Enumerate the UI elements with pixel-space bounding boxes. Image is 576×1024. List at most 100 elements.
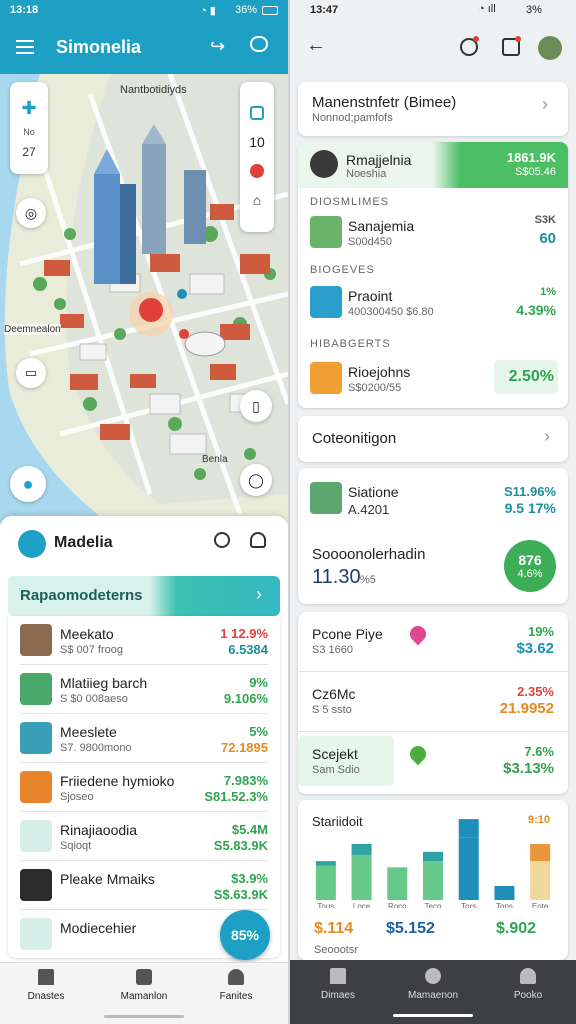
- group1-sub: S00d450: [348, 236, 393, 248]
- bookmark-button[interactable]: ▯: [240, 390, 272, 422]
- nav-dimaes[interactable]: Dimaes: [308, 968, 368, 1014]
- comment-button[interactable]: ◯: [240, 464, 272, 496]
- user-avatar[interactable]: [538, 36, 562, 60]
- list-item[interactable]: Mlatiieg barch S $0 008aeso 9% 9.106%: [8, 665, 280, 714]
- list-item-name: Mlatiieg barch: [60, 675, 148, 691]
- bar-top-tors[interactable]: [458, 819, 479, 838]
- place-row[interactable]: Pcone Piye S3 1660 19% $3.62: [298, 612, 568, 672]
- highlight-sub: Noeshia: [346, 168, 387, 180]
- stats-top: S11.96%: [503, 484, 556, 499]
- stats-badge-bottom: 4.6%: [517, 568, 543, 580]
- map-layers-control[interactable]: ✚ No 27: [10, 82, 48, 174]
- floating-action-button[interactable]: 85%: [220, 910, 270, 960]
- x-tick-label: Loce: [353, 902, 371, 908]
- nav-mamaenon[interactable]: Mamaenon: [400, 968, 466, 1014]
- share-icon[interactable]: ↪: [210, 36, 225, 57]
- nav-home[interactable]: Dnastes: [16, 969, 76, 1015]
- nav-favorites[interactable]: Fanites: [206, 969, 266, 1015]
- bar-top-eote[interactable]: [530, 844, 551, 862]
- stats-badge[interactable]: 876 4.6%: [504, 540, 556, 592]
- nav-pooko[interactable]: Pooko: [498, 968, 558, 1014]
- x-tick-label: Roco: [388, 902, 407, 908]
- bar-chart: Tous Loce Roco Teco Tors Tops Eote: [315, 819, 551, 908]
- app-title: Simonelia: [56, 37, 142, 57]
- list-item[interactable]: Meekato S$ 007 froog 1 12.9% 6.5384: [8, 616, 280, 665]
- sheet-title: Madelia: [54, 534, 113, 551]
- puzzle-icon[interactable]: ✚: [21, 98, 36, 119]
- bar-top-tous[interactable]: [315, 861, 336, 866]
- bar-loce[interactable]: [351, 854, 372, 900]
- bar-teco[interactable]: [423, 861, 443, 900]
- bar-tors[interactable]: [458, 837, 479, 900]
- home-indicator: [393, 1014, 473, 1017]
- group1-name: Sanajemia: [348, 218, 415, 234]
- back-arrow-icon[interactable]: ←: [306, 34, 326, 57]
- person-nav-icon: [520, 968, 536, 984]
- alert-icon[interactable]: [250, 164, 264, 178]
- place-row[interactable]: Scejekt Sam Sdio 7.6% $3.13%: [298, 732, 568, 792]
- inbox-dot: [515, 36, 521, 42]
- list-item[interactable]: Rinajiaoodia Sqioqt $5.4M S5.83.9K: [8, 812, 280, 861]
- list-item-bottom: S$.63.9K: [213, 887, 268, 902]
- place-name: Pcone Piye: [312, 626, 383, 642]
- list-item-bottom: S81.52.3%: [204, 789, 268, 804]
- home-icon[interactable]: ⌂: [253, 192, 261, 208]
- group3-row[interactable]: Rioejohns S$0200/55 2.50%: [298, 356, 568, 400]
- list-item[interactable]: Pleake Mmaiks $3.9% S$.63.9K: [8, 861, 280, 910]
- collection-header[interactable]: Coteonitigon ›: [298, 416, 568, 462]
- city-map[interactable]: Nantbotidiyds Deemnealon Benla ✚ No 27 ◎…: [0, 74, 288, 524]
- chat-map-button[interactable]: ▭: [16, 358, 46, 388]
- locate-me-button[interactable]: ●: [10, 466, 46, 502]
- group2-top: 1%: [540, 286, 556, 298]
- group2-name: Praoint: [348, 288, 393, 304]
- group1-label: DIOSMLIMES: [310, 196, 390, 208]
- nav-favorites-label: Fanites: [219, 991, 253, 1002]
- map-tools-control[interactable]: 10 ⌂: [240, 82, 274, 232]
- bar-tous[interactable]: [315, 865, 336, 900]
- nav-messages[interactable]: Mamanlon: [112, 969, 176, 1015]
- highlight-row[interactable]: Rmajjelnia Noeshia 1861.9K S$05.46: [298, 142, 568, 188]
- bar-eote[interactable]: [530, 861, 551, 900]
- stats-badge-top: 876: [518, 552, 542, 568]
- list-item[interactable]: Friiedene hymioko Sjoseo 7.983% S81.52.3…: [8, 763, 280, 812]
- gps-button[interactable]: ◎: [16, 198, 46, 228]
- list-item[interactable]: Meeslete S7. 9800mono 5% 72.1895: [8, 714, 280, 763]
- layers-icon[interactable]: [250, 106, 264, 120]
- stats-big-label: Soooonolerhadin: [312, 546, 426, 563]
- search-icon[interactable]: [214, 532, 230, 548]
- management-title: Manenstnfetr (Bimee): [312, 94, 457, 111]
- gps-icon: ◎: [24, 204, 38, 221]
- list-item-thumb: [20, 624, 52, 656]
- chart-footer-left: $.114: [314, 920, 354, 937]
- profile-icon[interactable]: [250, 532, 266, 548]
- signal-icon: ◔ ▮: [200, 5, 216, 17]
- bar-tops[interactable]: [494, 886, 515, 900]
- group1-row[interactable]: Sanajemia S00d450 S3K 60: [298, 212, 568, 252]
- place-row[interactable]: Cz6Mc S 5 ssto 2.35% 21.9952: [298, 672, 568, 732]
- places-card: Pcone Piye S3 1660 19% $3.62 Cz6Mc S 5 s…: [298, 612, 568, 794]
- chevron-right-icon: ›: [542, 94, 548, 114]
- list-item-name: Meeslete: [60, 724, 117, 740]
- group3-value: 2.50%: [508, 368, 554, 385]
- menu-icon[interactable]: [16, 40, 34, 54]
- bar-top-teco[interactable]: [423, 851, 443, 862]
- banner-title: Rapaomodeterns: [20, 587, 143, 604]
- place-sub: Sam Sdio: [312, 764, 360, 776]
- chevron-right-icon: ›: [256, 584, 262, 604]
- stats-thumb: [310, 482, 342, 514]
- bar-roco[interactable]: [387, 867, 408, 900]
- stats-card: Siatione A.4201 S11.96% 9.5 17% Soooonol…: [298, 468, 568, 604]
- chat-icon[interactable]: [250, 36, 268, 52]
- bar-top-loce[interactable]: [351, 844, 372, 855]
- recommendations-banner[interactable]: Rapaomodeterns ›: [8, 576, 280, 616]
- management-card[interactable]: Manenstnfetr (Bimee) Nonnod;pamfofs ›: [298, 82, 568, 136]
- list-item-name: Rinajiaoodia: [60, 822, 138, 838]
- group2-row[interactable]: Praoint 400300450 $6.80 1% 4.39%: [298, 282, 568, 322]
- nav-mamaenon-label: Mamaenon: [407, 990, 459, 1001]
- group2-bottom: 4.39%: [516, 302, 556, 318]
- list-item-sub: S$ 007 froog: [60, 644, 123, 656]
- place-name: Cz6Mc: [312, 686, 356, 702]
- sheet-avatar: [18, 530, 46, 558]
- highlight-bottom: S$05.46: [515, 166, 556, 178]
- highlight-name: Rmajjelnia: [346, 152, 412, 168]
